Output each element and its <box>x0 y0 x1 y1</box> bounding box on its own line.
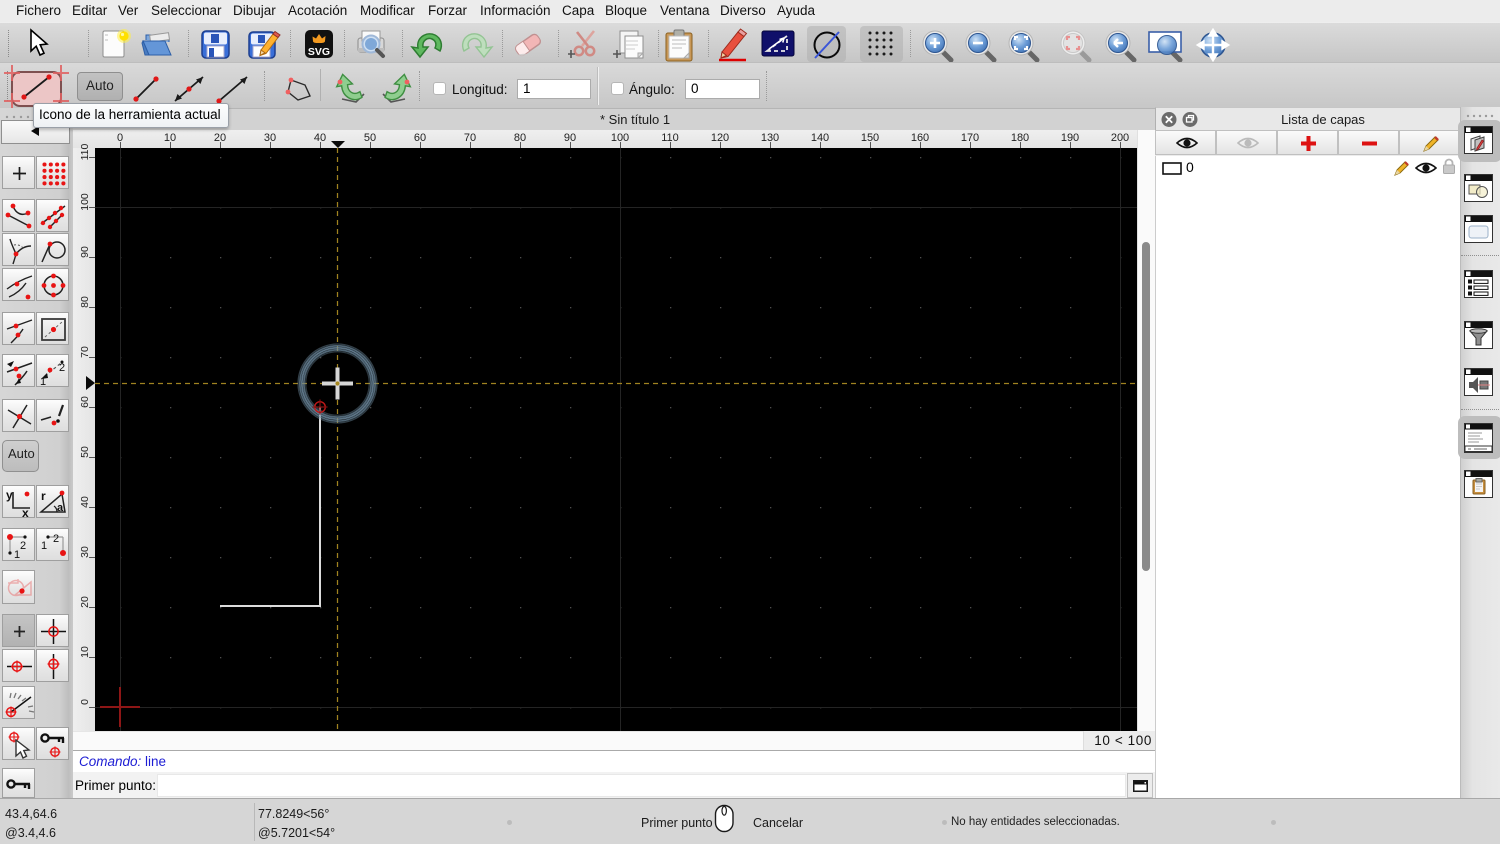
svg-text:2: 2 <box>20 540 26 552</box>
svg-text:r: r <box>41 489 46 503</box>
svg-text:2: 2 <box>59 362 65 374</box>
svg-text:SVG: SVG <box>308 46 330 58</box>
svg-text:y: y <box>6 488 13 502</box>
svg-text:1: 1 <box>41 540 47 552</box>
svg-text:1: 1 <box>40 376 46 388</box>
svg-text:x: x <box>22 506 29 519</box>
svg-text:2: 2 <box>53 533 59 545</box>
svg-text:a: a <box>57 502 64 514</box>
